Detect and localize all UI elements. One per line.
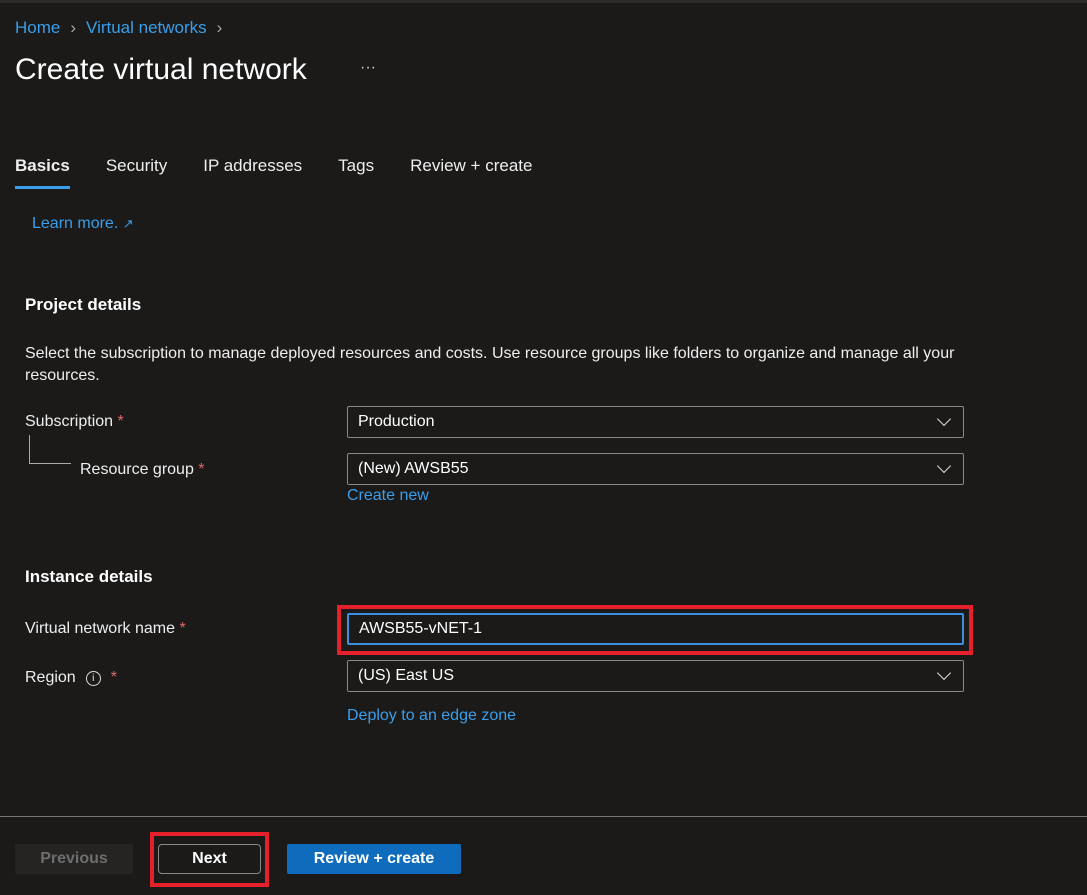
tab-security[interactable]: Security (106, 156, 167, 189)
chevron-right-icon: › (216, 18, 223, 37)
tab-basics[interactable]: Basics (15, 156, 70, 189)
edge-zone-link[interactable]: Deploy to an edge zone (347, 707, 516, 725)
vnet-name-label: Virtual network name * (25, 620, 186, 638)
create-new-link[interactable]: Create new (347, 487, 429, 505)
more-options-icon[interactable]: ··· (360, 59, 376, 77)
resource-group-label: Resource group * (80, 461, 205, 479)
dropdown-value: (New) AWSB55 (358, 460, 469, 477)
project-details-heading: Project details (25, 295, 142, 314)
review-create-button[interactable]: Review + create (287, 844, 461, 874)
footer-divider (0, 816, 1087, 817)
project-description: Select the subscription to manage deploy… (25, 345, 955, 384)
page-title: Create virtual network (15, 53, 307, 86)
chevron-right-icon: › (70, 18, 77, 37)
dropdown-value: Production (358, 413, 435, 430)
learn-more-text[interactable]: Learn more. (32, 215, 118, 232)
tab-ip-addresses[interactable]: IP addresses (203, 156, 302, 189)
region-label: Region i * (25, 669, 117, 687)
dropdown-value: (US) East US (358, 667, 455, 684)
required-mark: * (179, 620, 186, 637)
label-text: Resource group (80, 461, 194, 478)
tree-connector (29, 435, 71, 464)
label-text: Virtual network name (25, 620, 175, 637)
required-mark: * (198, 461, 205, 478)
learn-more-link[interactable]: Learn more. ↗ (32, 215, 134, 233)
next-button[interactable]: Next (158, 844, 261, 874)
subscription-label: Subscription * (25, 413, 124, 431)
label-text: Region (25, 669, 76, 686)
resource-group-dropdown[interactable]: (New) AWSB55 (347, 453, 964, 485)
breadcrumb: Home › Virtual networks › (15, 18, 222, 38)
chevron-down-icon (936, 458, 952, 474)
breadcrumb-home[interactable]: Home (15, 18, 60, 38)
breadcrumb-virtual-networks[interactable]: Virtual networks (86, 18, 207, 38)
external-link-icon: ↗ (122, 216, 134, 231)
chevron-down-icon (936, 411, 952, 427)
subscription-dropdown[interactable]: Production (347, 406, 964, 438)
chevron-down-icon (936, 665, 952, 681)
info-icon[interactable]: i (85, 670, 101, 686)
required-mark: * (110, 669, 117, 686)
tab-tags[interactable]: Tags (338, 156, 374, 189)
instance-details-heading: Instance details (25, 567, 153, 586)
tab-review-create[interactable]: Review + create (410, 156, 532, 189)
required-mark: * (117, 413, 124, 430)
previous-button[interactable]: Previous (15, 844, 133, 874)
region-dropdown[interactable]: (US) East US (347, 660, 964, 692)
vnet-name-input[interactable]: AWSB55-vNET-1 (347, 613, 964, 645)
label-text: Subscription (25, 413, 114, 430)
tab-bar: Basics Security IP addresses Tags Review… (15, 156, 532, 189)
input-value: AWSB55-vNET-1 (359, 620, 482, 637)
